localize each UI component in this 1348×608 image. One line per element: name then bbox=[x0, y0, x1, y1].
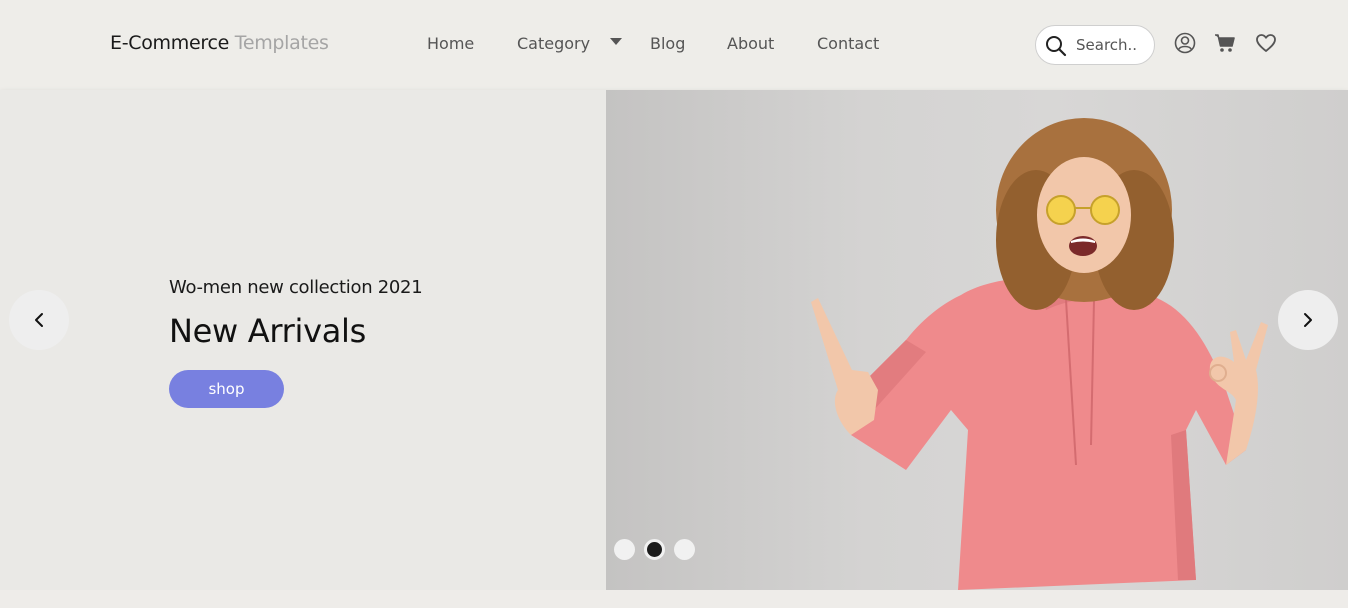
nav-contact[interactable]: Contact bbox=[817, 34, 879, 53]
search-icon[interactable] bbox=[1045, 35, 1067, 57]
heart-icon[interactable] bbox=[1254, 31, 1278, 55]
brand-sub: Templates bbox=[229, 32, 329, 54]
shop-button[interactable]: shop bbox=[169, 370, 284, 408]
brand-main: E-Commerce bbox=[110, 32, 229, 54]
slide-dot-1[interactable] bbox=[614, 539, 635, 560]
nav-category[interactable]: Category bbox=[517, 34, 590, 53]
hero-subtitle: Wo-men new collection 2021 bbox=[169, 277, 423, 298]
user-icon[interactable] bbox=[1173, 31, 1197, 55]
slide-dot-2[interactable] bbox=[644, 539, 665, 560]
hero-carousel: Wo-men new collection 2021 New Arrivals … bbox=[0, 90, 1348, 590]
chevron-left-icon bbox=[35, 313, 43, 327]
search-box bbox=[1035, 25, 1155, 65]
chevron-right-icon bbox=[1304, 313, 1312, 327]
prev-slide-button[interactable] bbox=[9, 290, 69, 350]
page-bottom bbox=[0, 590, 1348, 608]
cart-icon[interactable] bbox=[1213, 31, 1237, 55]
nav-about[interactable]: About bbox=[727, 34, 774, 53]
hero-model-image bbox=[811, 118, 1268, 590]
nav-home[interactable]: Home bbox=[427, 34, 474, 53]
slide-indicators bbox=[614, 539, 704, 561]
brand-logo[interactable]: E-Commerce Templates bbox=[110, 32, 329, 54]
next-slide-button[interactable] bbox=[1278, 290, 1338, 350]
nav-blog[interactable]: Blog bbox=[650, 34, 685, 53]
search-input[interactable] bbox=[1076, 35, 1150, 55]
site-header: E-Commerce Templates Home Category Blog … bbox=[0, 0, 1348, 90]
hero-image-panel bbox=[606, 90, 1348, 590]
hero-text-panel: Wo-men new collection 2021 New Arrivals … bbox=[0, 90, 606, 590]
slide-dot-3[interactable] bbox=[674, 539, 695, 560]
chevron-down-icon[interactable] bbox=[610, 38, 622, 45]
hero-title: New Arrivals bbox=[169, 312, 367, 350]
